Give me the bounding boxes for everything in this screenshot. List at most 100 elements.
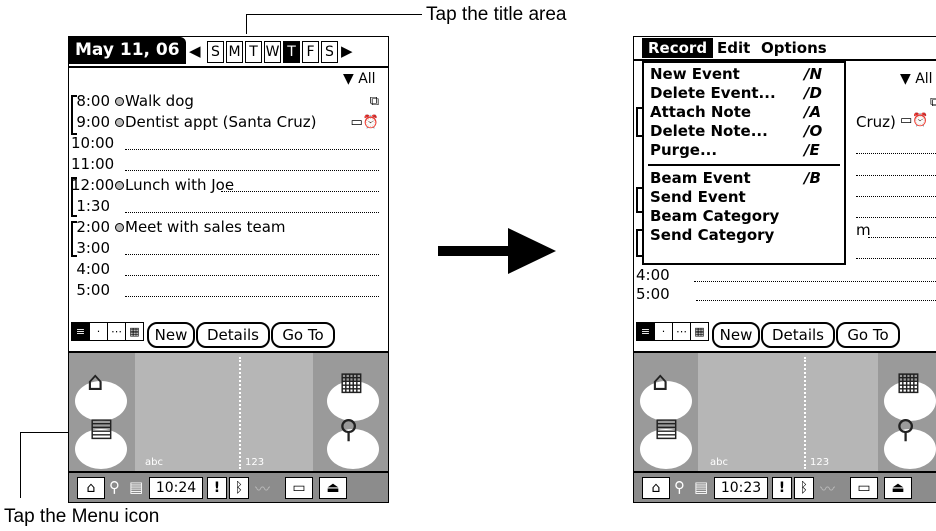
event-row[interactable]: 8:00 Walk dog ⧉ <box>71 91 379 111</box>
category-picker[interactable]: ▼ All <box>343 71 376 87</box>
agenda-view-icon[interactable]: ⋯ <box>672 322 691 341</box>
find-icon[interactable]: ⚲ <box>896 415 915 445</box>
leader-line <box>20 432 68 433</box>
bottom-toolbar: ≡ · ⋯ ▦ New Details Go To <box>636 322 936 348</box>
find-icon[interactable]: ⚲ <box>674 478 685 496</box>
status-bar: ⌂ ⚲ ▤ 10:23 ! ᛒ 〰 ▭ ⏏ <box>634 471 936 502</box>
month-view-icon[interactable]: ▦ <box>125 322 144 341</box>
menu-item-new-event[interactable]: New Event <box>650 65 740 84</box>
next-week-icon[interactable]: ▶ <box>341 42 353 61</box>
clock[interactable]: 10:24 <box>149 477 203 499</box>
menu-icon[interactable]: ▤ <box>89 413 114 443</box>
transition-arrow <box>438 228 556 274</box>
event-row[interactable]: 4:00 <box>636 265 936 285</box>
palm-screen-day-view: May 11, 06 ◀ S M T W T F S ▶ ▼ All 8:00 … <box>68 36 389 503</box>
day-thu[interactable]: T <box>283 41 300 63</box>
calculator-icon[interactable]: ▦ <box>339 367 364 397</box>
event-row[interactable]: 1:30 <box>71 196 379 216</box>
event-row[interactable]: 5:00 <box>636 284 936 304</box>
menu-edit[interactable]: Edit <box>711 38 756 58</box>
calculator-icon[interactable]: ▦ <box>896 367 921 397</box>
details-button[interactable]: Details <box>196 322 270 348</box>
battery-icon[interactable]: ▭ <box>285 477 313 499</box>
graffiti-writing-area[interactable] <box>698 353 878 473</box>
shortcut-attach-note: ∕A <box>804 103 822 121</box>
menu-item-delete-note[interactable]: Delete Note... <box>650 122 768 141</box>
signal-icon: 〰 <box>820 480 836 498</box>
status-bar: ⌂ ⚲ ▤ 10:24 ! ᛒ 〰 ▭ ⏏ <box>69 471 388 502</box>
day-mon[interactable]: M <box>226 41 243 63</box>
new-button[interactable]: New <box>147 322 195 348</box>
event-row[interactable]: 3:00 <box>71 238 379 258</box>
event-row[interactable]: 9:00 Dentist appt (Santa Cruz) ▭⏰ <box>71 112 379 132</box>
graffiti-area[interactable]: ⌂ ▤ ▦ ⚲ abc 123 <box>69 351 388 473</box>
menu-item-delete-event[interactable]: Delete Event... <box>650 84 776 103</box>
graffiti-area[interactable]: ⌂ ▤ ▦ ⚲ abc 123 <box>634 351 936 473</box>
date-title[interactable]: May 11, 06 <box>69 37 186 64</box>
find-icon[interactable]: ⚲ <box>339 415 358 445</box>
week-view-icon[interactable]: · <box>654 322 673 341</box>
day-tue[interactable]: T <box>245 41 262 63</box>
menu-item-attach-note[interactable]: Attach Note <box>650 103 751 122</box>
input-area-toggle-icon[interactable]: ⏏ <box>319 477 347 499</box>
graffiti-writing-area[interactable] <box>135 353 313 473</box>
clock[interactable]: 10:23 <box>714 477 768 499</box>
home-icon[interactable]: ⌂ <box>87 367 104 397</box>
home-icon[interactable]: ⌂ <box>77 477 105 499</box>
note-alarm-icon: ▭⏰ <box>350 115 379 130</box>
day-sun[interactable]: S <box>207 41 224 63</box>
menu-bar: Record Edit Options <box>634 37 936 60</box>
event-row[interactable]: 12:00 Lunch with Joe <box>71 175 379 195</box>
event-row[interactable]: 2:00 Meet with sales team <box>71 217 379 237</box>
event-row[interactable]: 4:00 <box>71 259 379 279</box>
menu-item-beam-category[interactable]: Beam Category <box>650 207 779 226</box>
note-alarm-icon: ▭⏰ <box>900 113 929 128</box>
new-button[interactable]: New <box>712 322 760 348</box>
menu-icon[interactable]: ▤ <box>129 478 143 496</box>
prev-week-icon[interactable]: ◀ <box>189 42 201 61</box>
alert-icon[interactable]: ! <box>772 477 792 499</box>
month-view-icon[interactable]: ▦ <box>690 322 709 341</box>
day-wed[interactable]: W <box>264 41 281 63</box>
bottom-toolbar: ≡ · ⋯ ▦ New Details Go To <box>71 322 386 348</box>
caption-menu-icon: Tap the Menu icon <box>4 506 160 527</box>
menu-item-beam-event[interactable]: Beam Event <box>650 169 751 188</box>
menu-icon[interactable]: ▤ <box>654 413 679 443</box>
leader-line <box>20 432 21 498</box>
week-view-icon[interactable]: · <box>89 322 108 341</box>
battery-icon[interactable]: ▭ <box>850 477 878 499</box>
find-icon[interactable]: ⚲ <box>109 478 120 496</box>
leader-line <box>246 14 422 15</box>
event-row[interactable]: 11:00 <box>71 154 379 174</box>
day-view-icon[interactable]: ≡ <box>71 322 90 341</box>
day-sat[interactable]: S <box>321 41 338 63</box>
menu-record[interactable]: Record <box>642 38 714 58</box>
shortcut-delete-event: ∕D <box>804 84 822 102</box>
alert-icon[interactable]: ! <box>207 477 227 499</box>
menu-item-purge[interactable]: Purge... <box>650 141 717 160</box>
caption-title-area: Tap the title area <box>426 4 567 25</box>
menu-options[interactable]: Options <box>755 38 833 58</box>
input-area-toggle-icon[interactable]: ⏏ <box>884 477 912 499</box>
day-view-icon[interactable]: ≡ <box>636 322 655 341</box>
agenda-view-icon[interactable]: ⋯ <box>107 322 126 341</box>
home-icon[interactable]: ⌂ <box>652 367 669 397</box>
day-fri[interactable]: F <box>302 41 319 63</box>
event-text-peek: Cruz) <box>856 113 896 131</box>
event-row[interactable]: 10:00 <box>71 133 379 153</box>
palm-screen-menu-open: Record Edit Options ▼ All Cruz) ▭⏰ ⧉ m 4… <box>633 36 936 503</box>
goto-button[interactable]: Go To <box>271 322 335 348</box>
menu-item-send-category[interactable]: Send Category <box>650 226 774 245</box>
home-icon[interactable]: ⌂ <box>642 477 670 499</box>
bluetooth-icon[interactable]: ᛒ <box>794 477 814 499</box>
goto-button[interactable]: Go To <box>836 322 900 348</box>
repeat-icon: ⧉ <box>930 95 936 110</box>
title-bar: May 11, 06 ◀ S M T W T F S ▶ <box>69 37 388 68</box>
bluetooth-icon[interactable]: ᛒ <box>229 477 249 499</box>
menu-item-send-event[interactable]: Send Event <box>650 188 746 207</box>
shortcut-purge: ∕E <box>804 141 820 159</box>
category-picker[interactable]: ▼ All <box>900 71 933 87</box>
event-row[interactable]: 5:00 <box>71 280 379 300</box>
menu-icon[interactable]: ▤ <box>694 478 708 496</box>
details-button[interactable]: Details <box>761 322 835 348</box>
